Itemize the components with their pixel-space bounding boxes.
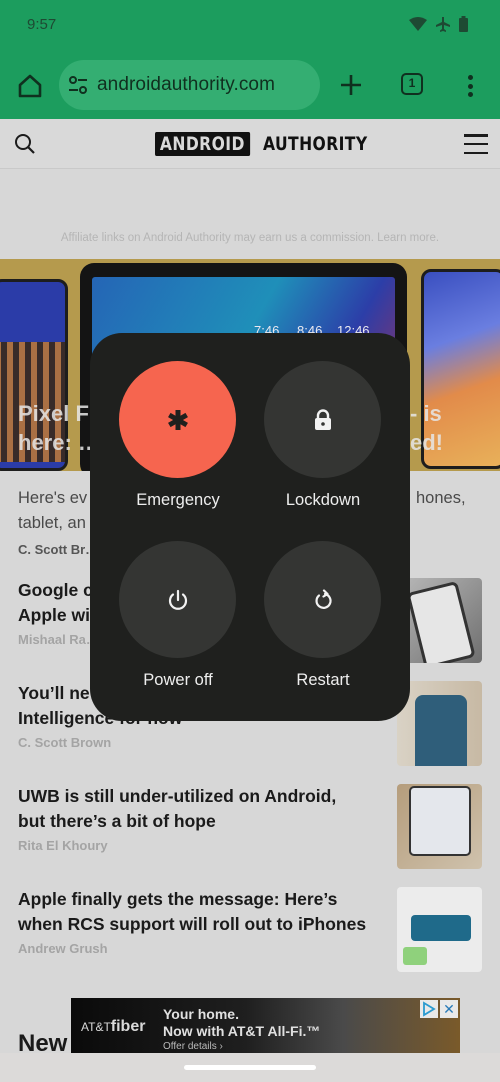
emergency-button[interactable] bbox=[119, 361, 236, 478]
restart-option[interactable]: Restart bbox=[264, 541, 382, 690]
battery-icon bbox=[459, 16, 468, 32]
new-tab-icon[interactable] bbox=[338, 72, 364, 98]
logo-box-text: ANDROID bbox=[155, 132, 250, 156]
headline-line: Apple finally gets the message: Here’s bbox=[18, 889, 338, 909]
ad-close-icon[interactable]: ✕ bbox=[440, 1000, 458, 1018]
site-logo[interactable]: ANDROID AUTHORITY bbox=[155, 132, 390, 156]
emergency-label: Emergency bbox=[136, 491, 220, 509]
power-menu: Emergency Lockdown Power off Restart bbox=[90, 333, 410, 721]
site-header: ANDROID AUTHORITY bbox=[0, 119, 500, 169]
hero-title-line: Pixel F bbox=[18, 401, 89, 426]
lockdown-button[interactable] bbox=[264, 361, 381, 478]
home-icon[interactable] bbox=[16, 72, 44, 100]
hero-title-left[interactable]: Pixel F here: … bbox=[18, 399, 100, 457]
status-time: 9:57 bbox=[27, 16, 57, 33]
hero-title-line: ed! bbox=[410, 430, 443, 455]
hero-author[interactable]: C. Scott Br… bbox=[18, 542, 98, 557]
adchoices-icon[interactable] bbox=[420, 1000, 438, 1018]
site-settings-icon[interactable] bbox=[67, 74, 89, 96]
hamburger-menu-icon[interactable] bbox=[464, 134, 488, 154]
logo-text: AUTHORITY bbox=[262, 133, 368, 155]
article-author[interactable]: Andrew Grush bbox=[18, 941, 108, 956]
affiliate-notice: Affiliate links on Android Authority may… bbox=[60, 232, 440, 244]
wifi-icon bbox=[409, 17, 427, 31]
article-thumbnail[interactable] bbox=[397, 887, 482, 972]
restart-icon bbox=[314, 588, 332, 609]
ad-subheadline: Now with AT&T All-Fi.™ bbox=[163, 1023, 321, 1039]
restart-button[interactable] bbox=[264, 541, 381, 658]
home-gesture-handle[interactable] bbox=[184, 1065, 316, 1070]
headline-line: when RCS support will roll out to iPhone… bbox=[18, 913, 367, 934]
url-text[interactable]: androidauthority.com bbox=[97, 74, 275, 96]
tab-switcher-button[interactable]: 1 bbox=[401, 73, 423, 95]
lockdown-option[interactable]: Lockdown bbox=[264, 361, 382, 510]
ad-brand: AT&Tfiber bbox=[81, 1018, 145, 1036]
status-bar: 9:57 bbox=[0, 0, 500, 52]
browser-toolbar: androidauthority.com 1 bbox=[0, 52, 500, 119]
article-headline[interactable]: UWB is still under-utilized on Android, … bbox=[18, 784, 378, 833]
airplane-mode-icon bbox=[436, 17, 450, 32]
headline-line: but there’s a bit of hope bbox=[18, 810, 216, 831]
ad-headline: Your home. bbox=[163, 1006, 239, 1022]
power-off-button[interactable] bbox=[119, 541, 236, 658]
ad-brand-big: fiber bbox=[110, 1018, 146, 1035]
headline-line: UWB is still under-utilized on Android, bbox=[18, 786, 337, 806]
ad-banner[interactable]: AT&Tfiber Your home. Now with AT&T All-F… bbox=[71, 998, 460, 1053]
excerpt-text: Here's ev bbox=[18, 489, 88, 507]
restart-label: Restart bbox=[296, 671, 350, 689]
article-headline[interactable]: Apple finally gets the message: Here’s w… bbox=[18, 887, 388, 936]
ad-brand-small: AT&T bbox=[81, 1020, 111, 1034]
more-options-icon[interactable] bbox=[462, 72, 478, 100]
lock-icon bbox=[314, 408, 331, 430]
emergency-option[interactable]: Emergency bbox=[119, 361, 237, 510]
power-off-label: Power off bbox=[143, 671, 213, 689]
hero-title-line: - is bbox=[410, 401, 442, 426]
power-off-option[interactable]: Power off bbox=[119, 541, 237, 690]
search-icon[interactable] bbox=[13, 132, 37, 156]
emergency-asterisk-icon bbox=[167, 409, 188, 430]
article-thumbnail[interactable] bbox=[397, 681, 482, 766]
lockdown-label: Lockdown bbox=[285, 491, 361, 509]
article-thumbnail[interactable] bbox=[397, 784, 482, 869]
address-bar[interactable]: androidauthority.com bbox=[59, 60, 320, 110]
article-author[interactable]: Mishaal Ra… bbox=[18, 632, 99, 647]
gesture-nav-bar bbox=[0, 1053, 500, 1082]
ad-offer-link[interactable]: Offer details › bbox=[163, 1041, 223, 1052]
hero-title-right[interactable]: - is ed! bbox=[410, 399, 443, 457]
article-author[interactable]: C. Scott Brown bbox=[18, 735, 111, 750]
excerpt-text: hones, bbox=[416, 489, 466, 507]
system-icons bbox=[409, 16, 468, 32]
article-author[interactable]: Rita El Khoury bbox=[18, 838, 108, 853]
hero-title-line: here: … bbox=[18, 430, 100, 455]
power-icon bbox=[168, 589, 187, 610]
